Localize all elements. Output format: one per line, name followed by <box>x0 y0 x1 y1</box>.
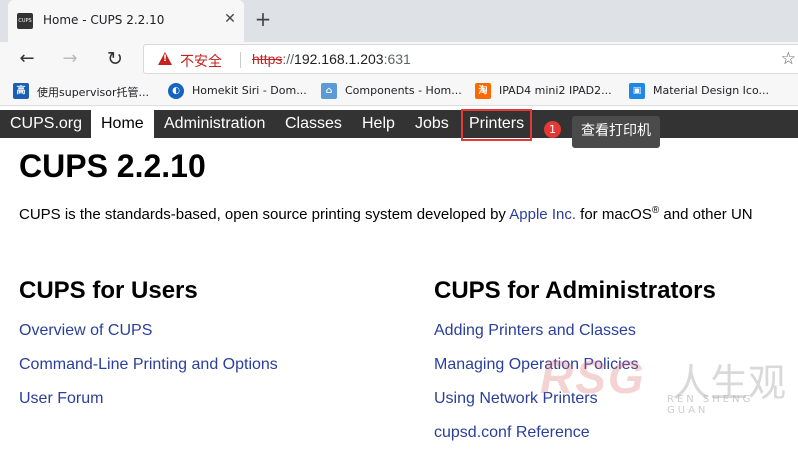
cups-favicon-icon: CUPS <box>17 13 33 29</box>
watermark-logo: RSG 人生观 REN SHENG GUAN <box>540 350 798 416</box>
browser-toolbar: ← → ↻ 不安全 https://192.168.1.203:631 ☆ <box>0 42 798 76</box>
not-secure-label[interactable]: 不安全 <box>180 51 222 71</box>
tab-title: Home - CUPS 2.2.10 <box>43 13 165 27</box>
tab-strip: CUPS Home - CUPS 2.2.10 ✕ + <box>0 0 798 42</box>
apple-link[interactable]: Apple Inc. <box>509 206 576 223</box>
bookmark-favicon-icon: 高 <box>13 83 29 99</box>
back-arrow-icon[interactable]: ← <box>15 47 39 71</box>
nav-cups-org[interactable]: CUPS.org <box>0 110 92 138</box>
url-separator: :// <box>282 51 295 67</box>
browser-tab-active[interactable]: CUPS Home - CUPS 2.2.10 ✕ <box>8 0 244 42</box>
link-cupsd-conf[interactable]: cupsd.conf Reference <box>434 424 590 442</box>
annotation-tooltip: 查看打印机 <box>572 116 660 148</box>
url-scheme: https <box>252 51 283 67</box>
intro-paragraph: CUPS is the standards-based, open source… <box>19 205 753 223</box>
reload-icon[interactable]: ↻ <box>103 47 127 71</box>
link-command-line-printing[interactable]: Command-Line Printing and Options <box>19 356 278 374</box>
link-adding-printers[interactable]: Adding Printers and Classes <box>434 322 636 340</box>
intro-text-tail: and other UN <box>659 206 753 223</box>
link-overview-of-cups[interactable]: Overview of CUPS <box>19 322 152 340</box>
step-number-badge: 1 <box>544 121 561 138</box>
intro-text: CUPS is the standards-based, open source… <box>19 206 510 223</box>
address-divider <box>240 52 241 68</box>
bookmark-label: Components - Hom... <box>345 84 462 97</box>
bookmark-favicon-icon: 淘 <box>475 83 491 99</box>
intro-text-after: for macOS <box>576 206 652 223</box>
watermark-brand: RSG <box>540 351 646 403</box>
nav-administration[interactable]: Administration <box>154 110 275 138</box>
warning-icon[interactable] <box>158 52 172 65</box>
bookmark-favicon-icon: ◐ <box>168 83 184 99</box>
forward-arrow-icon[interactable]: → <box>58 47 82 71</box>
nav-classes[interactable]: Classes <box>275 110 352 138</box>
bookmark-favicon-icon: ⌂ <box>321 83 337 99</box>
printers-highlight-box <box>461 109 532 141</box>
url-host: 192.168.1.203 <box>294 51 384 67</box>
bookmark-label: IPAD4 mini2 IPAD2... <box>499 84 612 97</box>
admins-heading: CUPS for Administrators <box>434 277 716 304</box>
close-icon[interactable]: ✕ <box>222 11 238 27</box>
page-title: CUPS 2.2.10 <box>19 148 206 184</box>
url-port: :631 <box>383 51 411 67</box>
bookmark-star-icon[interactable]: ☆ <box>781 49 796 69</box>
users-heading: CUPS for Users <box>19 277 198 304</box>
address-bar[interactable]: 不安全 https://192.168.1.203:631 ☆ <box>143 44 798 74</box>
watermark-english: REN SHENG GUAN <box>667 394 754 416</box>
bookmark-label: Homekit Siri - Dom... <box>192 84 307 97</box>
nav-jobs[interactable]: Jobs <box>405 110 459 138</box>
bookmark-favicon-icon: ▣ <box>629 83 645 99</box>
link-user-forum[interactable]: User Forum <box>19 390 103 408</box>
nav-home[interactable]: Home <box>91 110 154 138</box>
nav-help[interactable]: Help <box>352 110 405 138</box>
bookmark-label: Material Design Ico... <box>653 84 769 97</box>
cups-nav-bar: CUPS.org Home Administration Classes Hel… <box>0 110 798 138</box>
url-text[interactable]: https://192.168.1.203:631 <box>252 51 411 67</box>
new-tab-plus-icon[interactable]: + <box>252 8 274 30</box>
bookmarks-bar: 高 使用supervisor托管... ◐ Homekit Siri - Dom… <box>0 76 798 106</box>
bookmark-label: 使用supervisor托管... <box>37 86 150 99</box>
